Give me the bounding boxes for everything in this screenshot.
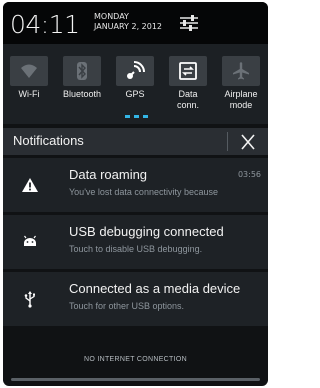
connection-status: NO INTERNET CONNECTION xyxy=(84,356,187,363)
toggle-bluetooth[interactable]: Bluetooth xyxy=(56,49,108,119)
toggle-tile xyxy=(169,56,207,86)
usb-icon xyxy=(24,291,35,308)
bluetooth-icon xyxy=(77,62,87,80)
shade-header: 04:11 MONDAY JANUARY 2, 2012 xyxy=(3,2,268,44)
toggle-tile xyxy=(63,56,101,86)
notification-subtitle: You've lost data connectivity because xyxy=(69,187,218,197)
date-full: JANUARY 2, 2012 xyxy=(94,22,163,31)
toggle-tile xyxy=(222,56,260,86)
notification-subtitle: Touch to disable USB debugging. xyxy=(69,244,203,254)
clear-all-button[interactable] xyxy=(233,130,263,154)
shade-drag-handle[interactable] xyxy=(11,378,260,381)
toggle-label-gps: GPS xyxy=(125,89,145,99)
notification-title: USB debugging connected xyxy=(69,224,224,239)
wifi-icon xyxy=(21,64,37,78)
airplane-icon xyxy=(233,62,249,80)
page-indicator-dot xyxy=(134,115,139,118)
notification-usb-debugging[interactable]: USB debugging connected Touch to disable… xyxy=(3,215,268,269)
header-divider xyxy=(227,132,228,151)
warning-icon xyxy=(22,178,38,192)
toggle-wifi[interactable]: Wi-Fi xyxy=(3,49,55,119)
close-icon xyxy=(241,134,255,150)
notification-media-device[interactable]: Connected as a media device Touch for ot… xyxy=(3,272,268,326)
toggle-tile xyxy=(10,56,48,86)
notification-icon-box xyxy=(3,158,57,212)
notification-icon-box xyxy=(3,215,57,269)
toggle-tile xyxy=(116,56,154,86)
notification-icon-box xyxy=(3,272,57,326)
notification-subtitle: Touch for other USB options. xyxy=(69,301,185,311)
toggle-label-data-line2: conn. xyxy=(176,100,200,110)
toggle-label-airplane-line2: mode xyxy=(229,100,253,110)
page-indicator-dot xyxy=(143,115,148,118)
settings-sliders-icon xyxy=(180,15,198,31)
toggle-label-wifi: Wi-Fi xyxy=(18,89,40,99)
settings-button[interactable] xyxy=(178,12,200,34)
page-indicator-dot xyxy=(125,115,130,118)
notification-title: Data roaming xyxy=(69,167,148,182)
toggle-label-data: Data conn. xyxy=(158,89,218,111)
data-connection-icon xyxy=(179,62,197,80)
toggle-data-connection[interactable]: Data conn. xyxy=(162,49,214,119)
toggle-label-airplane-line1: Airplane xyxy=(224,89,258,99)
toggle-label-airplane: Airplane mode xyxy=(211,89,268,111)
notification-shade: 04:11 MONDAY JANUARY 2, 2012 Wi-Fi Bluet… xyxy=(3,2,268,386)
notification-title: Connected as a media device xyxy=(69,281,241,296)
toggle-label-bluetooth: Bluetooth xyxy=(62,89,102,99)
notifications-title: Notifications xyxy=(13,133,84,148)
notifications-header: Notifications xyxy=(3,128,268,155)
notification-data-roaming[interactable]: Data roaming You've lost data connectivi… xyxy=(3,158,268,212)
clock: 04:11 xyxy=(10,10,80,39)
toggle-airplane-mode[interactable]: Airplane mode xyxy=(215,49,267,119)
toggle-label-data-line1: Data xyxy=(178,89,198,99)
date-day: MONDAY xyxy=(94,12,129,21)
notification-time: 03:56 xyxy=(237,170,261,179)
toggle-gps[interactable]: GPS xyxy=(109,49,161,119)
android-icon xyxy=(24,235,36,246)
gps-icon xyxy=(127,61,145,79)
quick-toggles: Wi-Fi Bluetooth GPS Data conn. Airplane … xyxy=(3,44,268,124)
